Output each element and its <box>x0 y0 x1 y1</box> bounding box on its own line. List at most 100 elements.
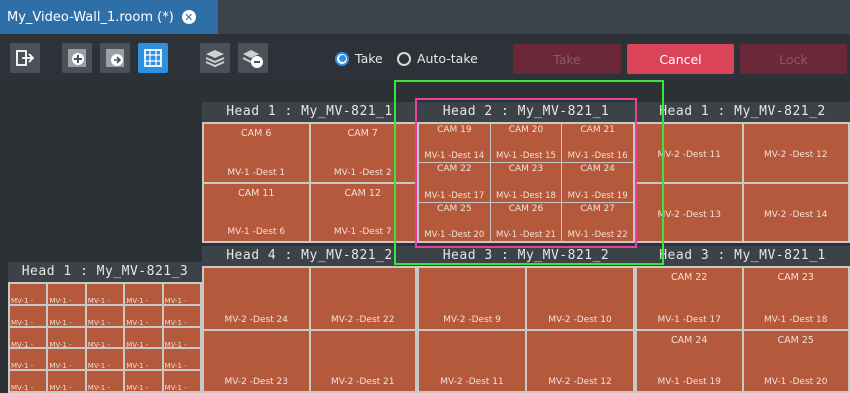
head-label: Head 1 : My_MV-821_1 <box>202 102 417 122</box>
dest-label: MV-1 -Dest 17 <box>657 314 721 325</box>
dest-label: MV-1 -Dest 2 <box>333 167 392 178</box>
tab-bar: My_Video-Wall_1.room (*) ✕ <box>0 0 850 34</box>
mini-tile[interactable]: MV-1 - <box>48 284 85 304</box>
layers-remove-icon[interactable] <box>238 43 268 73</box>
exit-icon[interactable] <box>10 43 40 73</box>
monitor-tile[interactable]: CAM 22 MV-1 -Dest 17 <box>637 268 742 329</box>
mini-tile[interactable]: MV-1 - <box>86 284 124 304</box>
mini-tile[interactable]: MV-1 - <box>163 305 200 326</box>
monitor-tile[interactable]: CAM 21 MV-1 -Dest 16 <box>562 124 633 163</box>
mini-tile[interactable]: MV-1 - <box>48 349 85 370</box>
route-monitor-icon[interactable] <box>100 43 130 73</box>
dest-label: MV-2 -Dest 24 <box>224 314 288 325</box>
cam-label: CAM 6 <box>241 128 272 139</box>
mini-tile[interactable]: MV-1 - <box>10 284 47 304</box>
close-tab-icon[interactable]: ✕ <box>181 10 196 24</box>
mini-tile[interactable]: MV-1 - <box>10 349 47 370</box>
head-2-mv-821-1[interactable]: Head 2 : My_MV-821_1 CAM 19 MV-1 -Dest 14… <box>417 102 635 243</box>
lock-button[interactable]: Lock <box>740 44 847 74</box>
dest-label: MV-2 -Dest 23 <box>224 377 288 387</box>
mini-tile[interactable]: MV-1 - <box>163 349 200 370</box>
dest-label: MV-2 -Dest 10 <box>548 314 612 325</box>
monitor-tile[interactable]: CAM 23 MV-1 -Dest 18 <box>743 268 848 329</box>
mini-tile[interactable]: MV-1 - <box>48 327 85 348</box>
mini-tile[interactable]: MV-1 - <box>163 371 200 391</box>
head-3-mv-821-2[interactable]: Head 3 : My_MV-821_2 MV-2 -Dest 9 MV-2 -… <box>417 246 635 393</box>
cam-label: CAM 21 <box>580 125 615 135</box>
mini-tile[interactable]: MV-1 - <box>125 349 162 370</box>
mini-tile[interactable]: MV-1 - <box>48 371 85 391</box>
mini-tile[interactable]: MV-1 - <box>10 305 47 326</box>
dest-label: MV-2 -Dest 12 <box>764 150 828 160</box>
cam-label: CAM 25 <box>437 203 472 214</box>
monitor-tile[interactable]: MV-2 -Dest 9 <box>419 268 525 329</box>
head-label: Head 4 : My_MV-821_2 <box>202 246 417 266</box>
head-1-mv-821-3[interactable]: Head 1 : My_MV-821_3 MV-1 - MV-1 - MV-1 … <box>8 262 202 393</box>
autotake-radio[interactable]: Auto-take <box>397 51 478 66</box>
mini-tile[interactable]: MV-1 - <box>10 371 47 391</box>
mini-tile[interactable]: MV-1 - <box>125 284 162 304</box>
cancel-button[interactable]: Cancel <box>627 44 734 74</box>
cam-label: CAM 24 <box>671 334 708 346</box>
cam-label: CAM 23 <box>508 164 544 175</box>
mini-tile[interactable]: MV-1 - <box>86 371 124 391</box>
monitor-tile[interactable]: MV-2 -Dest 13 <box>637 183 742 241</box>
tab-video-wall-room[interactable]: My_Video-Wall_1.room (*) ✕ <box>0 0 218 34</box>
monitor-tile[interactable]: MV-2 -Dest 24 <box>204 268 309 329</box>
monitor-tile[interactable]: CAM 24 MV-1 -Dest 19 <box>637 330 742 391</box>
monitor-tile[interactable]: MV-2 -Dest 10 <box>527 268 633 329</box>
monitor-tile[interactable]: CAM 11 MV-1 -Dest 6 <box>204 183 309 241</box>
monitor-tile[interactable]: MV-2 -Dest 11 <box>637 124 742 182</box>
monitor-tile[interactable]: MV-2 -Dest 12 <box>527 330 633 391</box>
mini-tile[interactable]: MV-1 - <box>163 284 200 304</box>
cam-label: CAM 22 <box>437 164 472 175</box>
monitor-tile[interactable]: CAM 12 MV-1 -Dest 7 <box>310 183 415 241</box>
mini-tile[interactable]: MV-1 - <box>48 305 85 326</box>
monitor-tile[interactable]: MV-2 -Dest 22 <box>310 268 415 329</box>
add-monitor-icon[interactable] <box>62 43 92 73</box>
grid-layout-icon[interactable] <box>138 43 168 73</box>
take-radio-dot <box>335 51 349 66</box>
cam-label: CAM 11 <box>238 187 275 199</box>
head-1-mv-821-1[interactable]: Head 1 : My_MV-821_1 CAM 6 MV-1 -Dest 1 C… <box>202 102 417 243</box>
monitor-tile[interactable]: CAM 26 MV-1 -Dest 21 <box>490 202 562 241</box>
mini-tile[interactable]: MV-1 - <box>125 327 162 348</box>
monitor-tile[interactable]: CAM 25 MV-1 -Dest 20 <box>419 202 490 241</box>
monitor-tile[interactable]: MV-2 -Dest 23 <box>204 330 309 391</box>
monitor-tile[interactable]: CAM 7 MV-1 -Dest 2 <box>310 124 415 182</box>
mini-tile[interactable]: MV-1 - <box>86 305 124 326</box>
mini-tile[interactable]: MV-1 - <box>10 327 47 348</box>
head-3-mv-821-1[interactable]: Head 3 : My_MV-821_1 CAM 22 MV-1 -Dest 17… <box>635 246 850 393</box>
monitor-tile[interactable]: CAM 25 MV-1 -Dest 20 <box>743 330 848 391</box>
monitor-tile[interactable]: CAM 27 MV-1 -Dest 22 <box>562 202 633 241</box>
monitor-tile[interactable]: MV-2 -Dest 12 <box>743 124 848 182</box>
monitor-tile[interactable]: CAM 19 MV-1 -Dest 14 <box>419 124 490 163</box>
dest-label: MV-1 -Dest 7 <box>333 227 392 237</box>
layers-icon[interactable] <box>200 43 230 73</box>
mini-tile[interactable]: MV-1 - <box>86 349 124 370</box>
mini-tile[interactable]: MV-1 - <box>163 327 200 348</box>
cam-label: CAM 20 <box>508 125 544 135</box>
monitor-tile[interactable]: CAM 24 MV-1 -Dest 19 <box>562 163 633 202</box>
dest-label: MV-1 -Dest 14 <box>424 151 485 162</box>
head-4-mv-821-2[interactable]: Head 4 : My_MV-821_2 MV-2 -Dest 24 MV-2 … <box>202 246 417 393</box>
monitor-tile[interactable]: MV-2 -Dest 14 <box>743 183 848 241</box>
cam-label: CAM 25 <box>777 334 814 346</box>
mini-tile[interactable]: MV-1 - <box>125 371 162 391</box>
cam-label: CAM 27 <box>580 203 615 214</box>
head-1-mv-821-2[interactable]: Head 1 : My_MV-821_2 MV-2 -Dest 11 MV-2 … <box>635 102 850 243</box>
head-label: Head 2 : My_MV-821_1 <box>417 102 635 122</box>
take-button[interactable]: Take <box>513 44 621 74</box>
monitor-tile[interactable]: MV-2 -Dest 21 <box>310 330 415 391</box>
mini-tile[interactable]: MV-1 - <box>125 305 162 326</box>
monitor-tile[interactable]: MV-2 -Dest 11 <box>419 330 525 391</box>
monitor-tile[interactable]: CAM 6 MV-1 -Dest 1 <box>204 124 309 182</box>
dest-label: MV-1 -Dest 19 <box>657 377 721 387</box>
mini-tile[interactable]: MV-1 - <box>86 327 124 348</box>
monitor-tile[interactable]: CAM 20 MV-1 -Dest 15 <box>490 124 562 163</box>
take-radio[interactable]: Take <box>335 51 383 66</box>
video-wall-canvas[interactable]: Head 1 : My_MV-821_1 CAM 6 MV-1 -Dest 1 C… <box>0 80 850 393</box>
head-label: Head 1 : My_MV-821_2 <box>635 102 850 122</box>
monitor-tile[interactable]: CAM 22 MV-1 -Dest 17 <box>419 163 490 202</box>
monitor-tile[interactable]: CAM 23 MV-1 -Dest 18 <box>490 163 562 202</box>
